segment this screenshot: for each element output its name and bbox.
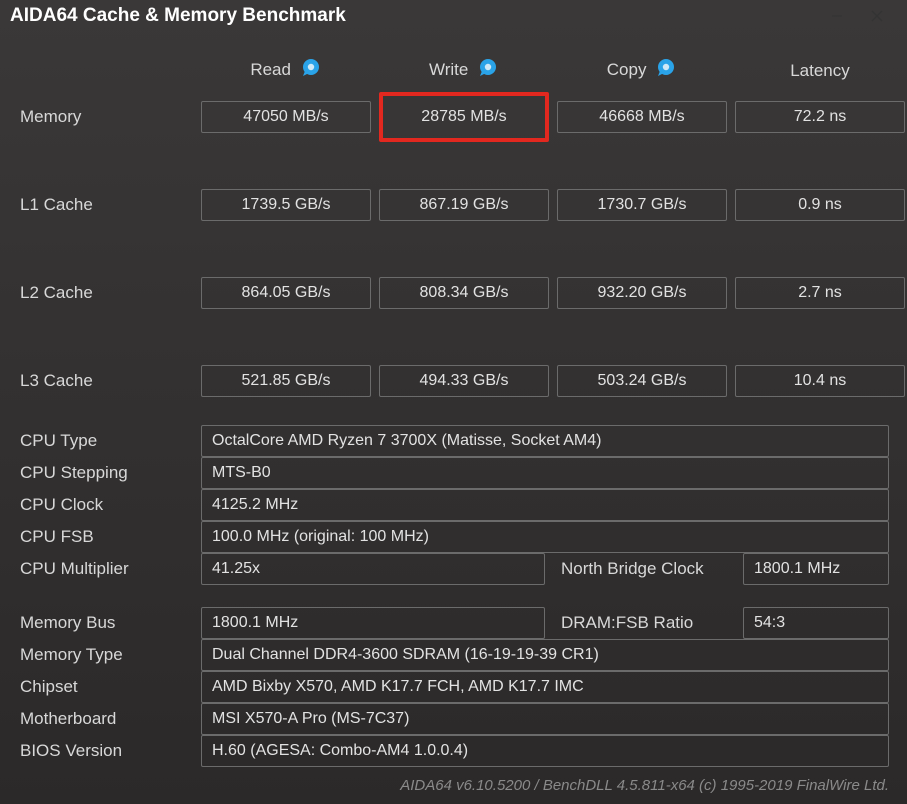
info-bubble-icon[interactable] — [479, 58, 499, 83]
footer-text: AIDA64 v6.10.5200 / BenchDLL 4.5.811-x64… — [400, 777, 889, 794]
col-header-write: Write — [379, 52, 549, 93]
l3-read-value[interactable]: 521.85 GB/s — [201, 365, 371, 397]
l2-read-value[interactable]: 864.05 GB/s — [201, 277, 371, 309]
motherboard-label: Motherboard — [18, 703, 193, 735]
row-label-l1: L1 Cache — [18, 195, 193, 215]
col-header-read: Read — [201, 52, 371, 93]
l3-write-value[interactable]: 494.33 GB/s — [379, 365, 549, 397]
l3-latency-value[interactable]: 10.4 ns — [735, 365, 905, 397]
header-write-label: Write — [429, 60, 468, 79]
header-copy-label: Copy — [607, 60, 647, 79]
memory-write-value[interactable]: 28785 MB/s — [379, 92, 549, 142]
row-label-memory: Memory — [18, 107, 193, 127]
north-bridge-label: North Bridge Clock — [553, 553, 735, 585]
chipset-label: Chipset — [18, 671, 193, 703]
info-bubble-icon[interactable] — [657, 58, 677, 83]
bios-label: BIOS Version — [18, 735, 193, 767]
row-label-l2: L2 Cache — [18, 283, 193, 303]
col-header-copy: Copy — [557, 52, 727, 93]
l1-write-value[interactable]: 867.19 GB/s — [379, 189, 549, 221]
cpu-multiplier-label: CPU Multiplier — [18, 553, 193, 585]
bios-value: H.60 (AGESA: Combo-AM4 1.0.0.4) — [201, 735, 889, 767]
chipset-value: AMD Bixby X570, AMD K17.7 FCH, AMD K17.7… — [201, 671, 889, 703]
l1-copy-value[interactable]: 1730.7 GB/s — [557, 189, 727, 221]
row-label-l3: L3 Cache — [18, 371, 193, 391]
system-info-section: CPU Type OctalCore AMD Ryzen 7 3700X (Ma… — [18, 425, 889, 767]
cpu-fsb-label: CPU FSB — [18, 521, 193, 553]
cpu-multiplier-value: 41.25x — [201, 553, 545, 585]
dram-fsb-value: 54:3 — [743, 607, 889, 639]
cpu-clock-value: 4125.2 MHz — [201, 489, 889, 521]
memory-read-value[interactable]: 47050 MB/s — [201, 101, 371, 133]
title-bar: AIDA64 Cache & Memory Benchmark — [0, 0, 907, 32]
close-button[interactable] — [857, 2, 897, 30]
header-latency-label: Latency — [790, 61, 850, 80]
cpu-stepping-value: MTS-B0 — [201, 457, 889, 489]
memory-bus-value: 1800.1 MHz — [201, 607, 545, 639]
col-header-latency: Latency — [735, 55, 905, 91]
window-title: AIDA64 Cache & Memory Benchmark — [10, 5, 817, 27]
cpu-stepping-label: CPU Stepping — [18, 457, 193, 489]
minimize-button[interactable] — [817, 2, 857, 30]
l1-latency-value[interactable]: 0.9 ns — [735, 189, 905, 221]
l2-copy-value[interactable]: 932.20 GB/s — [557, 277, 727, 309]
benchmark-window: AIDA64 Cache & Memory Benchmark Read Wri… — [0, 0, 907, 804]
close-icon — [871, 10, 883, 22]
north-bridge-value: 1800.1 MHz — [743, 553, 889, 585]
benchmark-grid: Read Write Copy Latency Memory 47050 MB/… — [18, 52, 889, 397]
memory-type-label: Memory Type — [18, 639, 193, 671]
l1-read-value[interactable]: 1739.5 GB/s — [201, 189, 371, 221]
cpu-fsb-value: 100.0 MHz (original: 100 MHz) — [201, 521, 889, 553]
info-bubble-icon[interactable] — [302, 58, 322, 83]
cpu-type-label: CPU Type — [18, 425, 193, 457]
header-read-label: Read — [250, 60, 291, 79]
memory-latency-value[interactable]: 72.2 ns — [735, 101, 905, 133]
content-area: Read Write Copy Latency Memory 47050 MB/… — [0, 32, 907, 777]
cpu-clock-label: CPU Clock — [18, 489, 193, 521]
l2-write-value[interactable]: 808.34 GB/s — [379, 277, 549, 309]
minimize-icon — [831, 10, 843, 22]
l3-copy-value[interactable]: 503.24 GB/s — [557, 365, 727, 397]
memory-type-value: Dual Channel DDR4-3600 SDRAM (16-19-19-3… — [201, 639, 889, 671]
motherboard-value: MSI X570-A Pro (MS-7C37) — [201, 703, 889, 735]
l2-latency-value[interactable]: 2.7 ns — [735, 277, 905, 309]
memory-copy-value[interactable]: 46668 MB/s — [557, 101, 727, 133]
dram-fsb-label: DRAM:FSB Ratio — [553, 607, 735, 639]
cpu-type-value: OctalCore AMD Ryzen 7 3700X (Matisse, So… — [201, 425, 889, 457]
memory-bus-label: Memory Bus — [18, 607, 193, 639]
